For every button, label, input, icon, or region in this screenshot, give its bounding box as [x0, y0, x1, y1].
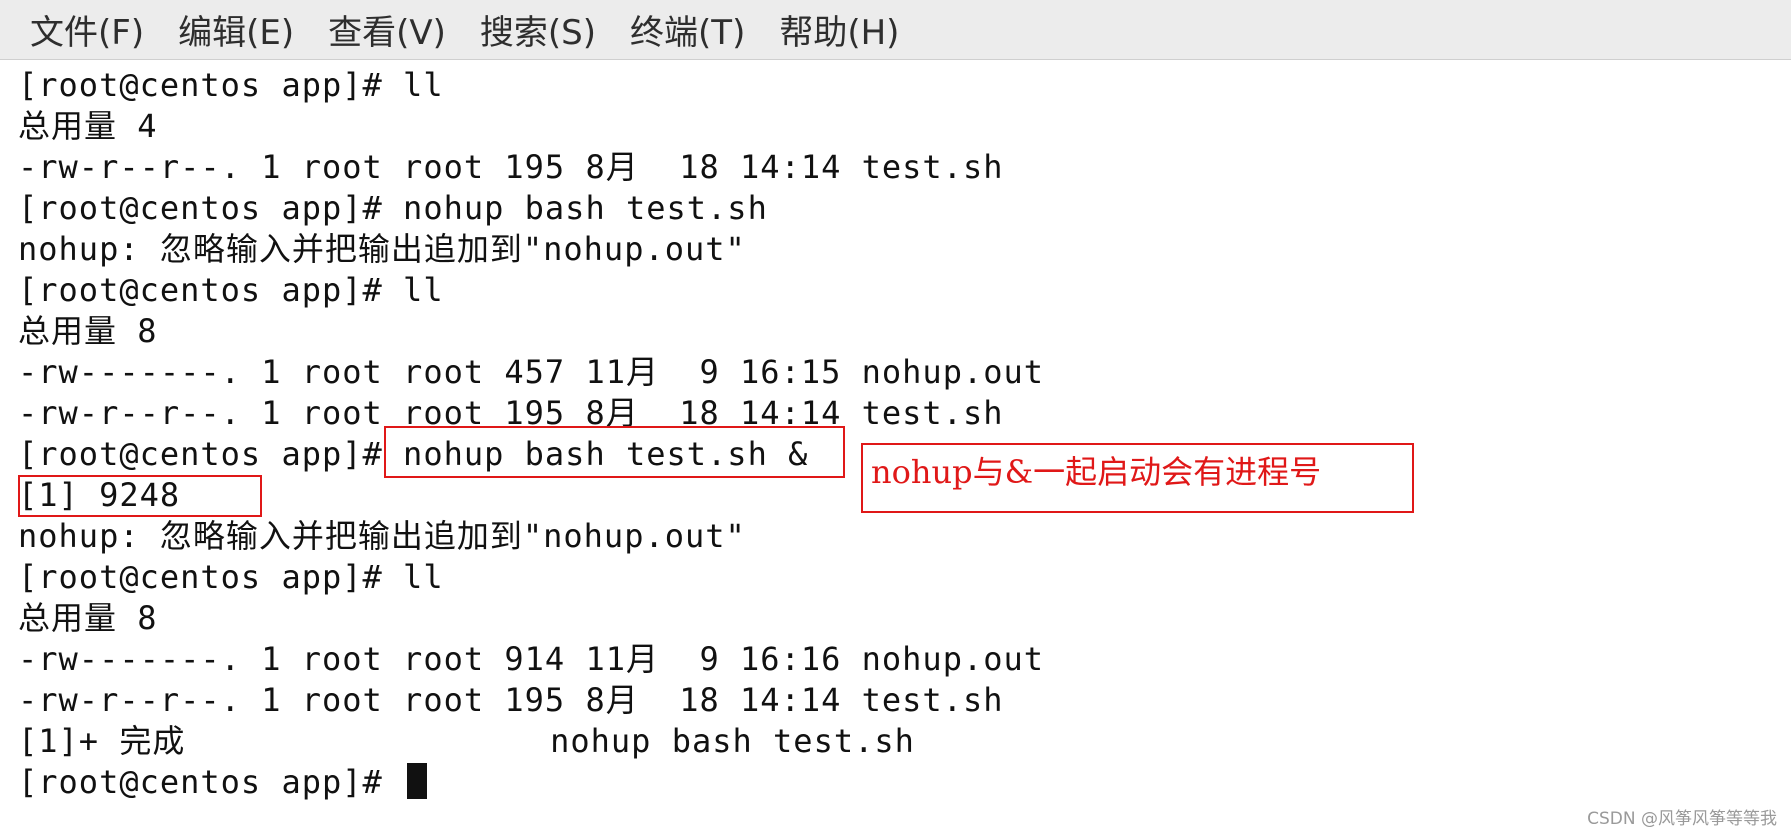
menu-bar: 文件(F) 编辑(E) 查看(V) 搜索(S) 终端(T) 帮助(H): [0, 0, 1791, 60]
terminal-output[interactable]: [root@centos app]# ll 总用量 4 -rw-r--r--. …: [0, 61, 1791, 839]
terminal-line: [root@centos app]# ll: [18, 558, 444, 596]
menu-edit[interactable]: 编辑(E): [178, 5, 294, 54]
terminal-line: 总用量 4: [18, 107, 158, 145]
annotation-box: nohup与&一起启动会有进程号: [861, 443, 1414, 513]
terminal-line: [root@centos app]# nohup bash test.sh: [18, 189, 768, 227]
terminal-prompt-line: [root@centos app]#: [18, 762, 428, 802]
command-highlight-box: [384, 426, 845, 478]
terminal-line: 总用量 8: [18, 599, 158, 637]
terminal-line: [root@centos app]# ll: [18, 271, 444, 309]
job-id-highlight-box: [18, 475, 262, 517]
text-cursor: [407, 763, 428, 799]
menu-help[interactable]: 帮助(H): [779, 5, 899, 54]
terminal-line: [1]+ 完成 nohup bash test.sh: [18, 722, 915, 760]
terminal-window: 文件(F) 编辑(E) 查看(V) 搜索(S) 终端(T) 帮助(H) [roo…: [0, 0, 1791, 839]
terminal-line: -rw-r--r--. 1 root root 195 8月 18 14:14 …: [18, 681, 1004, 719]
terminal-line: nohup: 忽略输入并把输出追加到"nohup.out": [18, 230, 746, 268]
terminal-line: -rw-r--r--. 1 root root 195 8月 18 14:14 …: [18, 148, 1004, 186]
watermark: CSDN @风筝风筝等等我: [1587, 809, 1777, 829]
terminal-line: [root@centos app]# ll: [18, 66, 444, 104]
menu-view[interactable]: 查看(V): [328, 5, 446, 54]
terminal-line: nohup: 忽略输入并把输出追加到"nohup.out": [18, 517, 746, 555]
menu-terminal[interactable]: 终端(T): [630, 5, 745, 54]
annotation-text: nohup与&一起启动会有进程号: [871, 453, 1322, 491]
terminal-line: -rw-------. 1 root root 914 11月 9 16:16 …: [18, 640, 1045, 678]
terminal-line: -rw-------. 1 root root 457 11月 9 16:15 …: [18, 353, 1045, 391]
terminal-prompt: [root@centos app]#: [18, 763, 404, 801]
menu-search[interactable]: 搜索(S): [480, 5, 596, 54]
menu-file[interactable]: 文件(F): [30, 5, 144, 54]
terminal-line: 总用量 8: [18, 312, 158, 350]
